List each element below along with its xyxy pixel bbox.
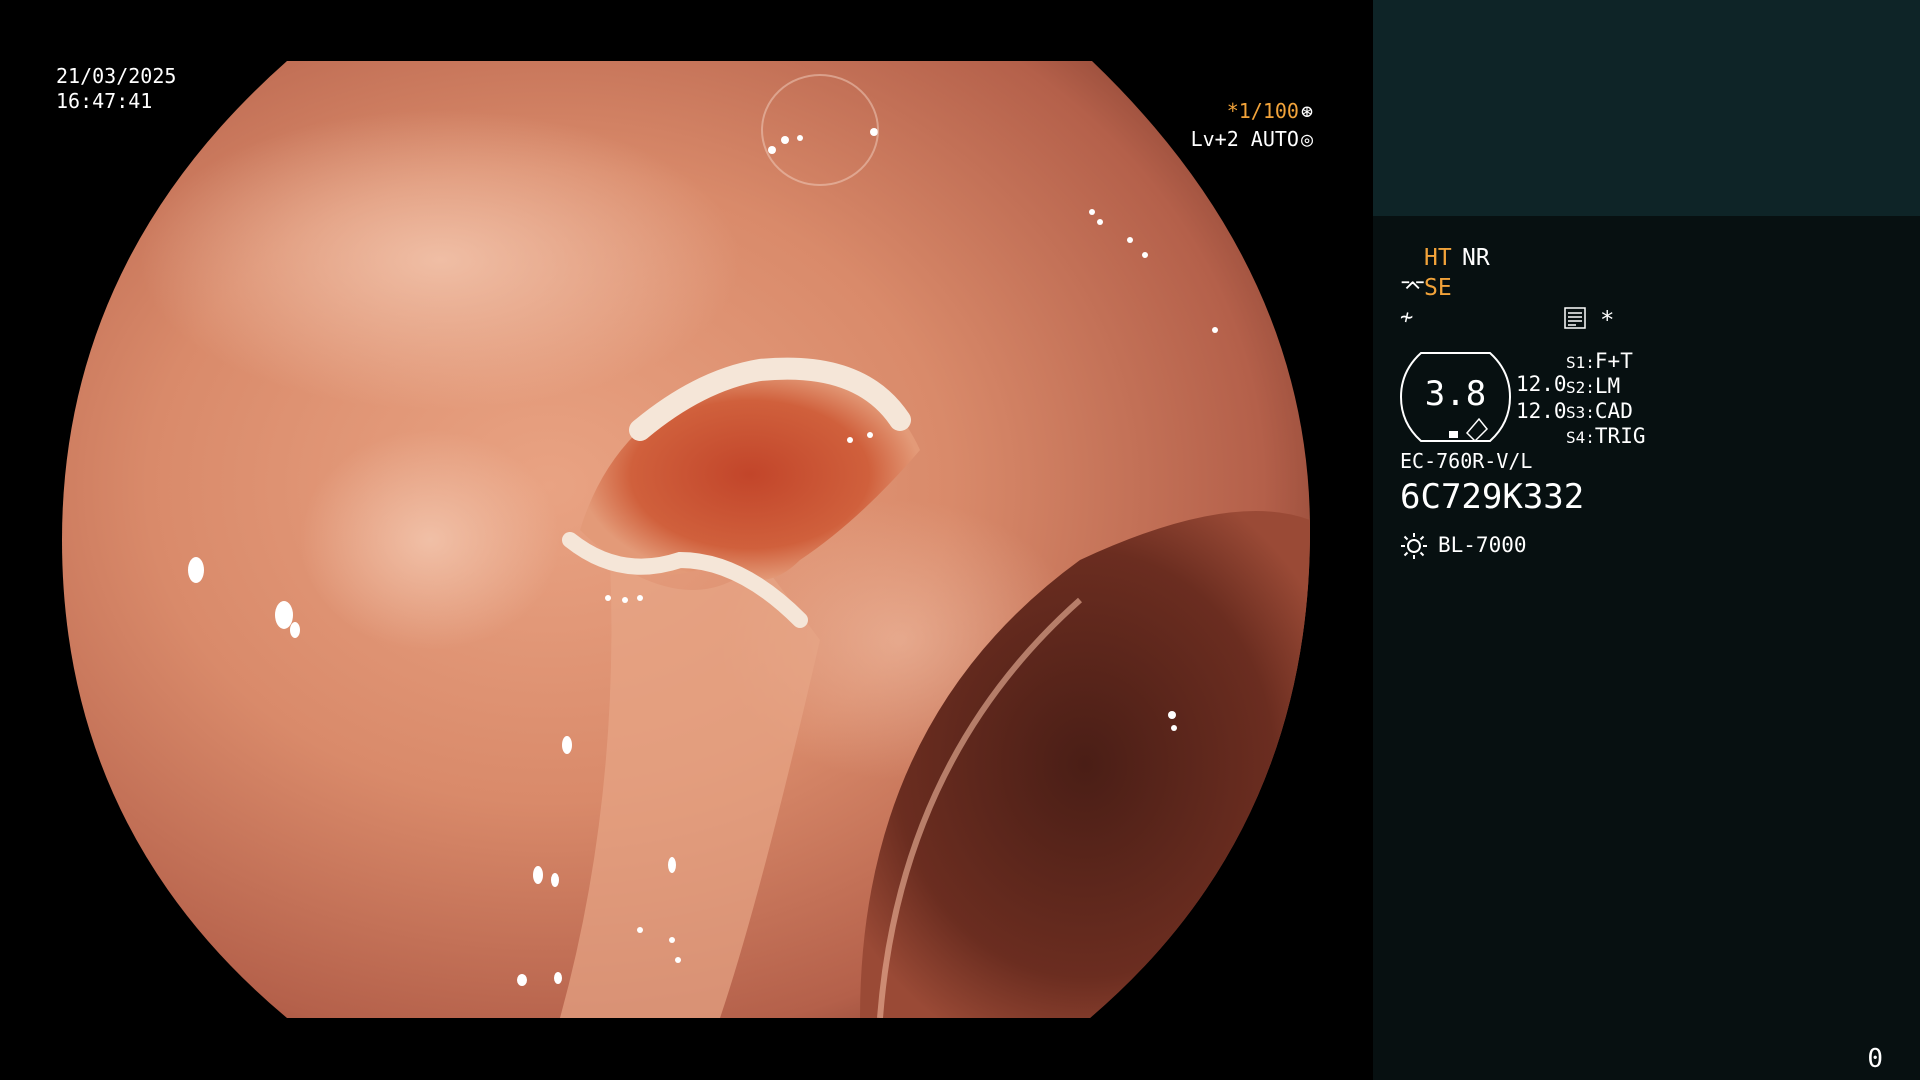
endoscopic-view: 21/03/2025 16:47:41 *1/100 ⊛ Lv+2 AUTO ◎ [0,0,1373,1080]
scope-enhance-icon: ⌤ [1400,275,1426,300]
switch-s2: S2:LM [1566,376,1620,397]
endoscopic-image [62,61,1310,1018]
brightness-level-value: Lv+2 AUTO [1190,127,1299,151]
setting-value-2: 12.0 [1516,399,1567,423]
frame-counter: 0 [1867,1044,1883,1074]
shutter-speed-value: *1/100 [1226,99,1299,123]
switch-value: CAD [1594,399,1633,423]
shutter-icon: ⊛ [1300,99,1313,123]
light-source-model: BL-7000 [1438,533,1527,557]
asterisk-indicator: * [1600,306,1615,334]
endoscopy-monitor: 21/03/2025 16:47:41 *1/100 ⊛ Lv+2 AUTO ◎ H… [0,0,1920,1080]
thumbnail-area [1373,0,1920,216]
switch-key: S4: [1566,428,1595,447]
brightness-level: Lv+2 AUTO ◎ [1191,129,1313,149]
switch-key: S3: [1566,403,1595,422]
switch-key: S1: [1566,353,1595,372]
switch-s4: S4:TRIG [1566,426,1645,447]
switch-value: TRIG [1594,424,1646,448]
switch-s3: S3:CAD [1566,401,1633,422]
switch-value: LM [1594,374,1621,398]
switch-value: F+T [1594,349,1633,373]
gauge-value: 3.8 [1424,374,1487,414]
exam-date: 21/03/2025 [56,64,177,88]
light-source-icon [1401,533,1427,559]
scope-serial: 6C729K332 [1400,477,1585,517]
setting-value-1: 12.0 [1516,372,1567,396]
scope-model: EC-760R-V/L [1400,449,1533,473]
nr-indicator: NR [1462,245,1490,271]
exam-time: 16:47:41 [56,89,153,113]
shutter-speed: *1/100 ⊛ [1227,101,1313,121]
se-indicator: SE [1424,275,1452,301]
switch-key: S2: [1566,378,1595,397]
color-mode-icon: ≁ [1400,305,1414,330]
ht-indicator: HT [1424,245,1452,271]
document-icon [1564,307,1586,329]
iris-icon: ◎ [1300,127,1313,151]
switch-s1: S1:F+T [1566,351,1633,372]
